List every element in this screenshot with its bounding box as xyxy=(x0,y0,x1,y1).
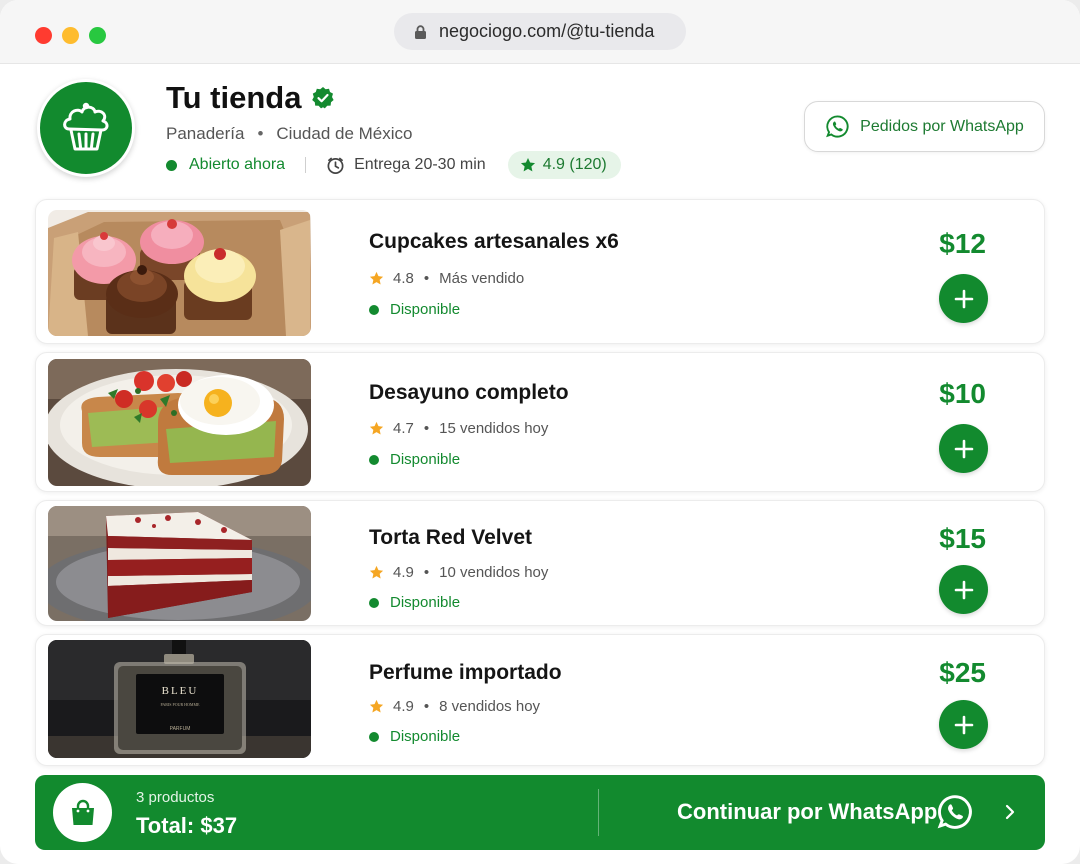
product-meta: 4.7 • 15 vendidos hoy xyxy=(369,420,548,437)
plus-icon xyxy=(954,289,973,308)
product-rating: 4.7 xyxy=(393,420,414,437)
open-status-dot xyxy=(166,159,177,171)
add-to-cart-button[interactable] xyxy=(939,700,988,749)
separator-dot: • xyxy=(423,564,430,581)
url-text: negociogo.com/@tu-tienda xyxy=(439,21,655,41)
whatsapp-icon xyxy=(937,795,972,829)
product-image-desayuno xyxy=(48,359,311,486)
product-title[interactable]: Torta Red Velvet xyxy=(369,526,532,550)
perfume-sub-text: PARFUM xyxy=(170,726,191,732)
chevron-right-icon xyxy=(1005,804,1015,820)
store-city: Ciudad de México xyxy=(276,124,413,143)
separator-dot: • xyxy=(423,420,430,437)
product-availability: Disponible xyxy=(369,451,460,468)
product-tag: 15 vendidos hoy xyxy=(439,420,549,437)
star-icon xyxy=(369,565,384,579)
product-card[interactable]: Torta Red Velvet 4.9 • 10 vendidos hoy D… xyxy=(35,500,1045,626)
browser-window: negociogo.com/@tu-tienda Tu tienda Panad… xyxy=(0,0,1080,864)
availability-dot xyxy=(369,731,379,742)
separator-dot: • xyxy=(423,698,430,715)
product-image-perfume: BLEU PARIS POUR HOMME PARFUM xyxy=(48,640,311,758)
divider xyxy=(598,789,599,836)
address-bar[interactable]: negociogo.com/@tu-tienda xyxy=(394,13,686,50)
plus-icon xyxy=(954,580,973,599)
product-meta: 4.8 • Más vendido xyxy=(369,270,524,287)
product-availability: Disponible xyxy=(369,301,460,318)
open-status: Abierto ahora xyxy=(189,156,286,173)
product-tag: 10 vendidos hoy xyxy=(439,564,549,581)
separator-dot: • xyxy=(423,270,430,287)
availability-dot xyxy=(369,597,379,608)
product-price: $12 xyxy=(939,228,986,259)
add-to-cart-button[interactable] xyxy=(939,565,988,614)
lock-icon xyxy=(415,24,426,39)
product-rating: 4.8 xyxy=(393,270,414,287)
checkout-bar[interactable]: 3 productos Total: $37 Continuar por Wha… xyxy=(35,775,1045,850)
product-title[interactable]: Desayuno completo xyxy=(369,381,569,405)
delivery-time: Entrega 20-30 min xyxy=(354,156,486,173)
product-tag: 8 vendidos hoy xyxy=(439,698,541,715)
store-logo xyxy=(37,79,135,177)
product-rating: 4.9 xyxy=(393,564,414,581)
star-icon xyxy=(369,421,384,435)
whatsapp-orders-button[interactable]: Pedidos por WhatsApp xyxy=(804,101,1045,152)
star-icon xyxy=(520,157,535,172)
availability-label: Disponible xyxy=(390,728,461,745)
product-image-red-velvet xyxy=(48,506,311,621)
cart-total: Total: $37 xyxy=(136,813,238,838)
product-rating: 4.9 xyxy=(393,698,414,715)
whatsapp-orders-label: Pedidos por WhatsApp xyxy=(860,117,1024,135)
cart-bag-badge xyxy=(53,783,112,842)
close-window-button[interactable] xyxy=(35,27,52,44)
minimize-window-button[interactable] xyxy=(62,27,79,44)
separator-dot: • xyxy=(257,124,264,143)
perfume-brand-text: BLEU xyxy=(162,685,199,697)
store-name: Tu tienda xyxy=(166,80,302,115)
product-meta: 4.9 • 10 vendidos hoy xyxy=(369,564,548,581)
product-title[interactable]: Cupcakes artesanales x6 xyxy=(369,230,619,254)
add-to-cart-button[interactable] xyxy=(939,424,988,473)
store-category: Panadería xyxy=(166,124,245,143)
store-meta: Abierto ahora Entrega 20-30 min 4.9 (120… xyxy=(166,151,621,179)
cart-item-count: 3 productos xyxy=(136,789,215,806)
product-availability: Disponible xyxy=(369,594,460,611)
product-price: $25 xyxy=(939,657,986,688)
whatsapp-icon xyxy=(826,115,849,138)
product-card[interactable]: BLEU PARIS POUR HOMME PARFUM Perfume imp… xyxy=(35,634,1045,766)
store-rating-badge: 4.9 (120) xyxy=(507,151,621,179)
availability-dot xyxy=(369,454,379,465)
maximize-window-button[interactable] xyxy=(89,27,106,44)
continue-whatsapp-label[interactable]: Continuar por WhatsApp xyxy=(677,799,937,825)
browser-titlebar: negociogo.com/@tu-tienda xyxy=(0,0,1080,64)
product-price: $15 xyxy=(939,523,986,554)
plus-icon xyxy=(954,715,973,734)
product-meta: 4.9 • 8 vendidos hoy xyxy=(369,698,540,715)
product-availability: Disponible xyxy=(369,728,460,745)
star-icon xyxy=(369,271,384,285)
store-subtitle: Panadería • Ciudad de México xyxy=(166,124,412,144)
product-image-cupcakes xyxy=(48,210,311,336)
product-card[interactable]: Desayuno completo 4.7 • 15 vendidos hoy … xyxy=(35,352,1045,492)
clock-icon xyxy=(327,157,344,174)
product-tag: Más vendido xyxy=(439,270,525,287)
star-icon xyxy=(369,699,384,713)
verified-badge-icon xyxy=(312,87,335,109)
perfume-line-text: PARIS POUR HOMME xyxy=(161,702,201,707)
availability-label: Disponible xyxy=(390,301,461,318)
divider xyxy=(305,157,307,173)
product-title[interactable]: Perfume importado xyxy=(369,661,562,685)
availability-label: Disponible xyxy=(390,594,461,611)
product-price: $10 xyxy=(939,378,986,409)
store-name-row: Tu tienda xyxy=(166,80,335,116)
availability-label: Disponible xyxy=(390,451,461,468)
add-to-cart-button[interactable] xyxy=(939,274,988,323)
shopping-bag-icon xyxy=(71,799,94,825)
product-card[interactable]: Cupcakes artesanales x6 4.8 • Más vendid… xyxy=(35,199,1045,344)
plus-icon xyxy=(954,439,973,458)
cupcake-icon xyxy=(63,102,109,151)
availability-dot xyxy=(369,304,379,315)
store-rating-value: 4.9 (120) xyxy=(542,156,607,173)
